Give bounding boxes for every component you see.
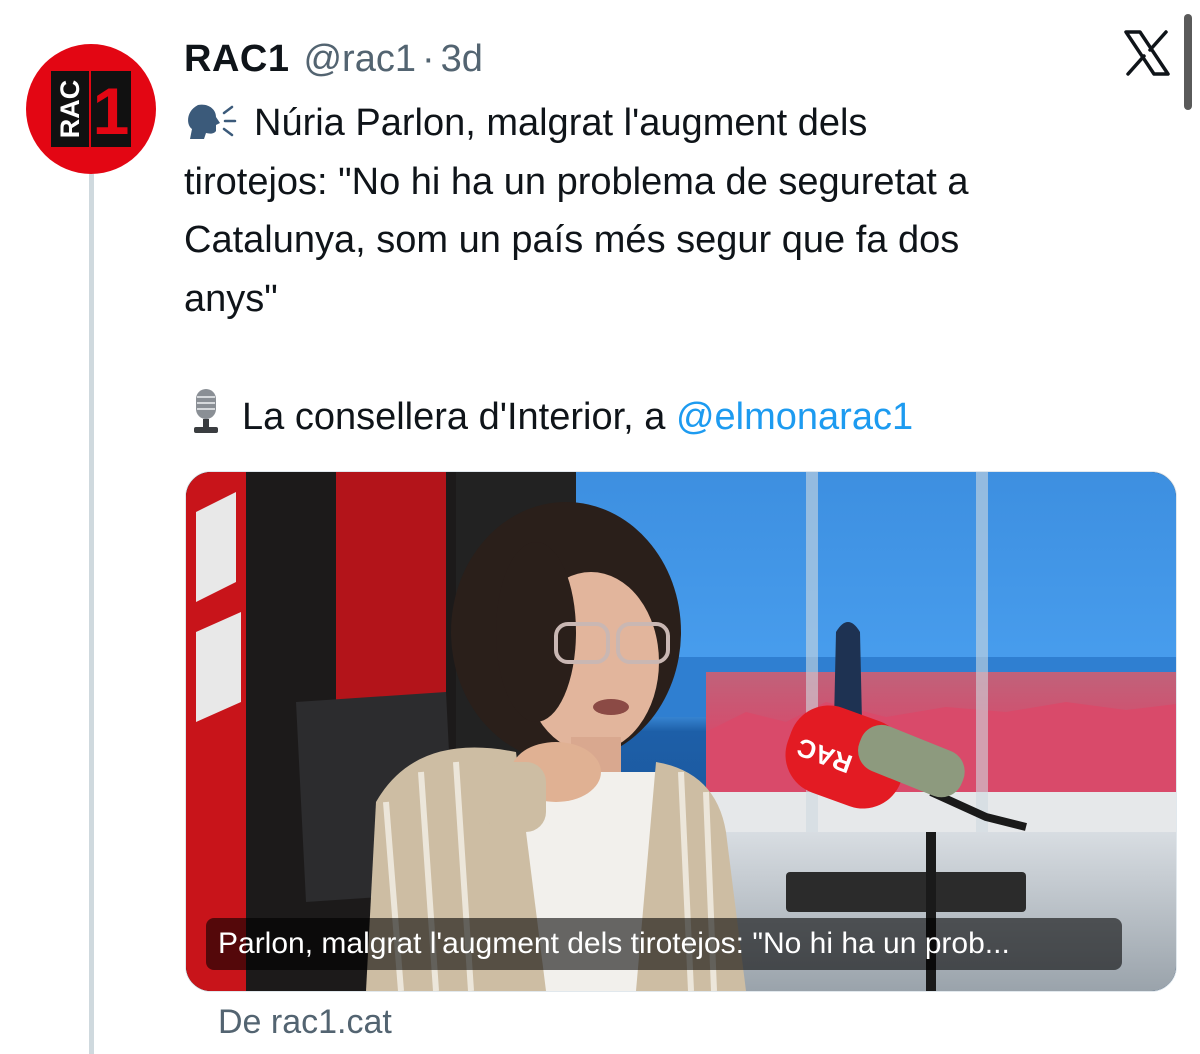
- scrollbar[interactable]: [1184, 14, 1192, 110]
- speaking-head-icon: [188, 104, 237, 139]
- link-card-image[interactable]: RAC Parlon, malgrat l'augment dels tirot…: [185, 471, 1177, 992]
- mention-link[interactable]: @elmonarac1: [676, 396, 913, 438]
- timestamp[interactable]: 3d: [441, 38, 483, 81]
- tweet-line-2: tirotejos: "No hi ha un problema de segu…: [184, 160, 969, 203]
- thread-line: [89, 174, 94, 1054]
- tweet-line-1: Núria Parlon, malgrat l'augment dels: [184, 94, 1164, 153]
- avatar-text: RAC: [55, 80, 85, 139]
- studio-photo: RAC: [186, 472, 1176, 991]
- x-logo-icon[interactable]: [1122, 28, 1172, 78]
- studio-microphone-icon: [194, 388, 218, 433]
- tweet-line-1-text: Núria Parlon, malgrat l'augment dels: [254, 102, 868, 144]
- rac1-logo-icon: RAC 1: [51, 71, 131, 148]
- avatar[interactable]: RAC 1: [26, 44, 156, 174]
- avatar-number: 1: [93, 74, 130, 148]
- tweet-line-4: anys": [184, 277, 278, 320]
- tweet-line-3: Catalunya, som un país més segur que fa …: [184, 219, 960, 261]
- link-card-caption: Parlon, malgrat l'augment dels tirotejos…: [206, 918, 1122, 970]
- link-card-source[interactable]: De rac1.cat: [218, 1003, 392, 1042]
- tweet-line-5: La consellera d'Interior, a @elmonarac1: [184, 387, 1164, 447]
- consellera-text: La consellera d'Interior, a: [242, 395, 676, 438]
- tweet-header: RAC1 @rac1 · 3d: [184, 34, 483, 84]
- separator-dot: ·: [421, 37, 435, 80]
- author-name[interactable]: RAC1: [184, 38, 289, 81]
- tweet-text: Núria Parlon, malgrat l'augment dels tir…: [184, 94, 1164, 446]
- author-handle[interactable]: @rac1: [303, 38, 416, 81]
